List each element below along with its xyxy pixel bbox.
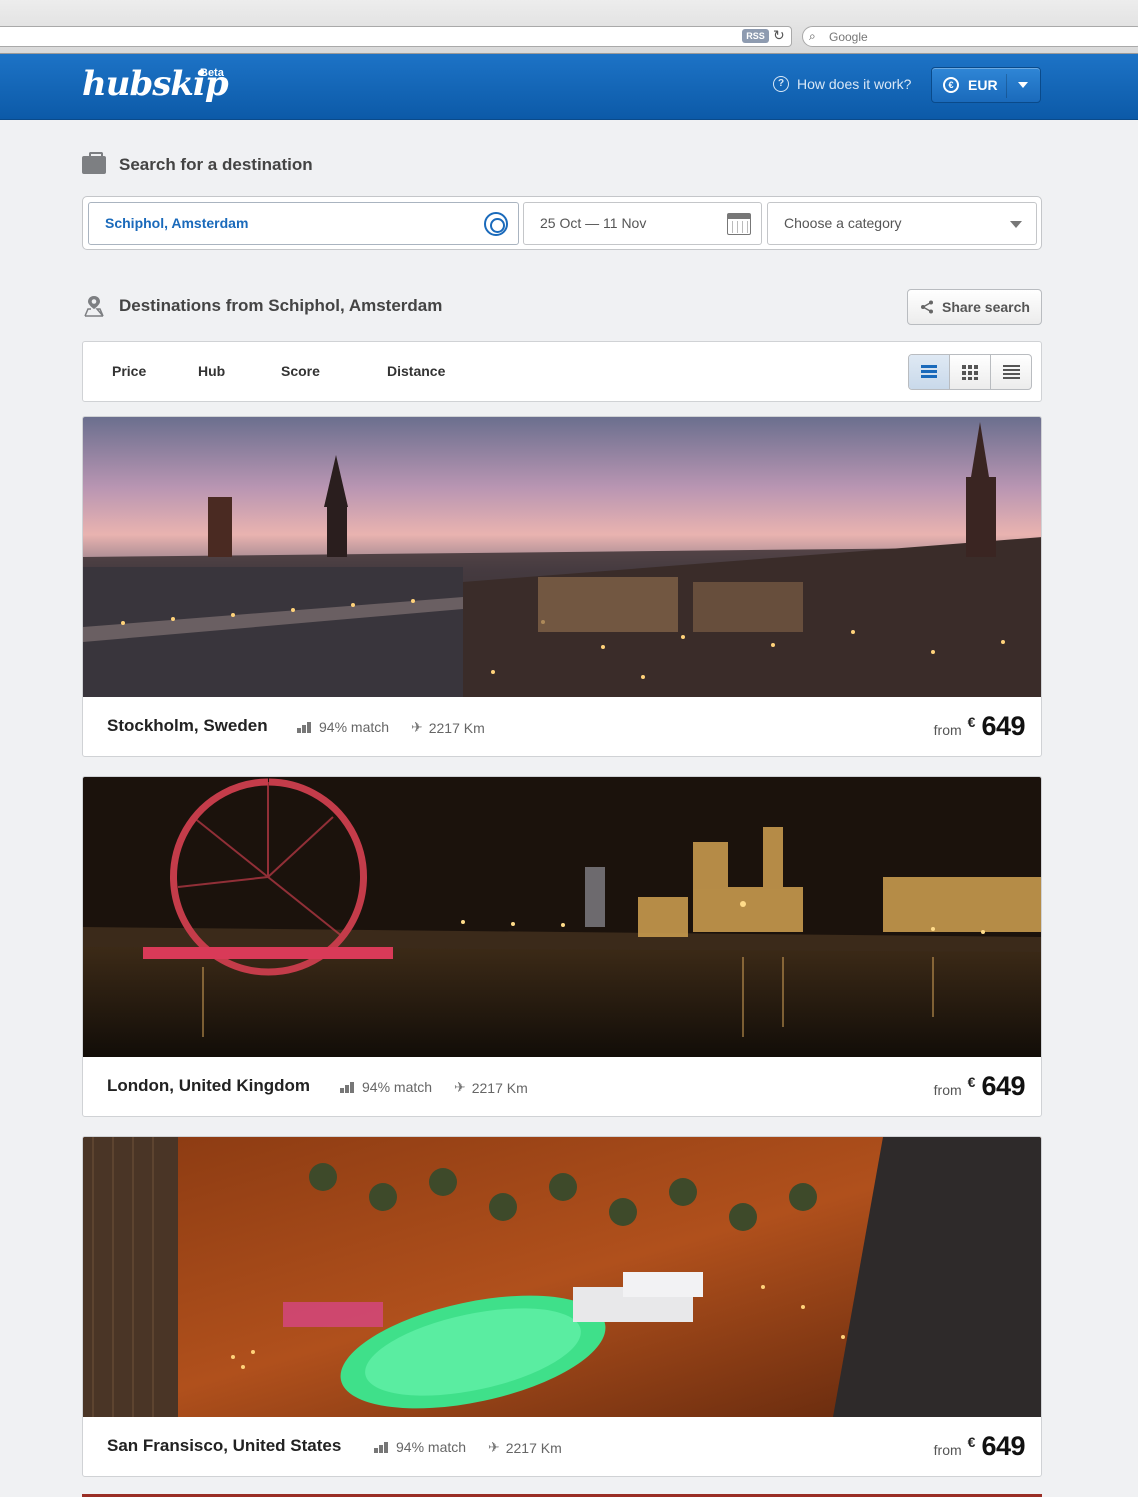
- sort-hub[interactable]: Hub: [198, 363, 225, 379]
- how-it-works-label: How does it work?: [797, 76, 912, 92]
- price-amount: 649: [981, 1431, 1025, 1461]
- beta-badge: Beta: [200, 67, 224, 79]
- share-icon: [921, 300, 933, 314]
- flight-distance: ✈ 2217 Km: [411, 719, 485, 736]
- currency-selector[interactable]: € EUR: [931, 67, 1041, 103]
- briefcase-icon: [82, 152, 106, 174]
- match-score: 94% match: [340, 1079, 432, 1095]
- price-from-label: from: [933, 1082, 962, 1098]
- date-range-value: 25 Oct — 11 Nov: [540, 215, 647, 231]
- destination-info: Stockholm, Sweden 94% match ✈ 2217 Km fr…: [83, 697, 1041, 756]
- date-range-input[interactable]: 25 Oct — 11 Nov: [523, 202, 762, 245]
- destination-card[interactable]: San Fransisco, United States 94% match ✈…: [82, 1136, 1042, 1477]
- search-form: Schiphol, Amsterdam 25 Oct — 11 Nov Choo…: [82, 196, 1042, 250]
- sort-distance[interactable]: Distance: [387, 363, 445, 379]
- origin-value: Schiphol, Amsterdam: [105, 215, 249, 231]
- view-switcher: [908, 354, 1032, 390]
- price-from-label: from: [933, 722, 962, 738]
- match-score: 94% match: [297, 719, 389, 735]
- destination-card[interactable]: Stockholm, Sweden 94% match ✈ 2217 Km fr…: [82, 416, 1042, 757]
- flight-distance: ✈ 2217 Km: [454, 1079, 528, 1096]
- score-bars-icon: [297, 721, 313, 733]
- list-view-icon: [921, 365, 937, 379]
- currency-label: EUR: [968, 77, 998, 93]
- rss-button[interactable]: RSS: [742, 29, 769, 43]
- compact-view-icon: [1003, 365, 1020, 380]
- search-icon: ⌕: [809, 29, 816, 43]
- price-from-label: from: [933, 1442, 962, 1458]
- match-score-text: 94% match: [362, 1079, 433, 1095]
- match-score: 94% match: [374, 1439, 466, 1455]
- price: from € 649: [933, 1071, 1026, 1102]
- compact-view-button[interactable]: [990, 355, 1031, 389]
- origin-input[interactable]: Schiphol, Amsterdam: [88, 202, 519, 245]
- match-score-text: 94% match: [396, 1439, 467, 1455]
- help-icon: ?: [773, 76, 789, 92]
- match-score-text: 94% match: [319, 719, 390, 735]
- currency-symbol: €: [967, 1434, 976, 1450]
- price-amount: 649: [981, 1071, 1025, 1101]
- destination-photo: [83, 417, 1041, 697]
- sort-bar: Price Hub Score Distance: [82, 341, 1042, 402]
- locate-icon[interactable]: [484, 212, 508, 236]
- flight-distance-text: 2217 Km: [471, 1079, 528, 1096]
- calendar-icon[interactable]: [727, 213, 751, 235]
- grid-view-button[interactable]: [949, 355, 990, 389]
- divider: [1006, 74, 1007, 98]
- flight-distance-text: 2217 Km: [505, 1439, 562, 1456]
- sort-score[interactable]: Score: [281, 363, 320, 379]
- destination-city[interactable]: London, United Kingdom: [107, 1076, 310, 1096]
- sort-price[interactable]: Price: [112, 363, 146, 379]
- plane-icon: ✈: [488, 1439, 500, 1455]
- flight-distance: ✈ 2217 Km: [488, 1439, 562, 1456]
- destination-info: London, United Kingdom 94% match ✈ 2217 …: [83, 1057, 1041, 1116]
- price: from € 649: [933, 1431, 1026, 1462]
- plane-icon: ✈: [454, 1079, 466, 1095]
- chevron-down-icon: [1018, 82, 1028, 88]
- results-heading-text: Destinations from Schiphol, Amsterdam: [119, 296, 443, 315]
- destination-card[interactable]: London, United Kingdom 94% match ✈ 2217 …: [82, 776, 1042, 1117]
- results-heading: Destinations from Schiphol, Amsterdam: [82, 294, 442, 318]
- map-pin-icon: [84, 296, 104, 317]
- search-heading-text: Search for a destination: [119, 155, 313, 174]
- flight-distance-text: 2217 Km: [428, 719, 485, 736]
- how-it-works-link[interactable]: ? How does it work?: [773, 76, 911, 92]
- score-bars-icon: [374, 1441, 390, 1453]
- destination-photo: [83, 1137, 1041, 1417]
- browser-toolbar: RSS ↻ ⌕ Google: [0, 0, 1138, 54]
- browser-search-placeholder: Google: [829, 30, 868, 44]
- grid-view-icon: [962, 365, 978, 380]
- category-select[interactable]: Choose a category: [767, 202, 1037, 245]
- destination-info: San Fransisco, United States 94% match ✈…: [83, 1417, 1041, 1476]
- list-view-button[interactable]: [909, 355, 949, 389]
- destination-city[interactable]: Stockholm, Sweden: [107, 716, 268, 736]
- score-bars-icon: [340, 1081, 356, 1093]
- browser-search-field[interactable]: ⌕ Google: [802, 26, 1138, 47]
- destination-city[interactable]: San Fransisco, United States: [107, 1436, 341, 1456]
- share-search-label: Share search: [942, 299, 1030, 315]
- reload-icon[interactable]: ↻: [773, 27, 785, 44]
- price-amount: 649: [981, 711, 1025, 741]
- address-bar[interactable]: [0, 26, 792, 47]
- share-search-button[interactable]: Share search: [907, 289, 1042, 325]
- destination-photo: [83, 777, 1041, 1057]
- search-heading: Search for a destination: [82, 152, 313, 175]
- price: from € 649: [933, 711, 1026, 742]
- category-placeholder: Choose a category: [784, 215, 902, 231]
- currency-symbol: €: [967, 1074, 976, 1090]
- currency-icon: €: [943, 77, 959, 93]
- chevron-down-icon: [1010, 221, 1022, 228]
- app-header: hubskip Beta ? How does it work? € EUR: [0, 54, 1138, 120]
- plane-icon: ✈: [411, 719, 423, 735]
- currency-symbol: €: [967, 714, 976, 730]
